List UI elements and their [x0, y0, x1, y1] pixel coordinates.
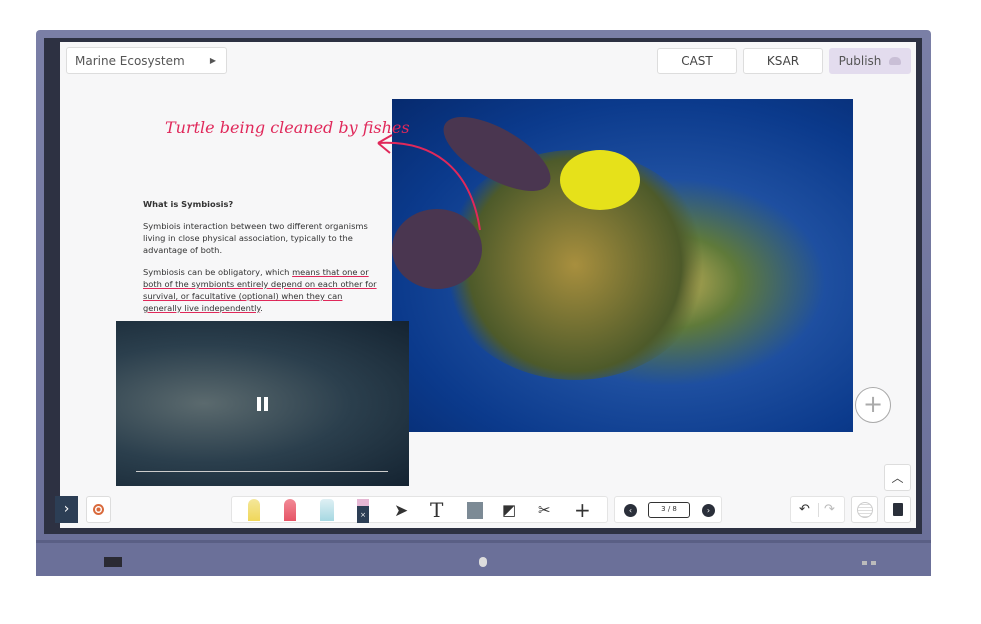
lesson-title: Marine Ecosystem	[75, 53, 185, 68]
caret-right-icon: ▶	[209, 56, 216, 65]
record-icon	[93, 504, 104, 515]
chevron-up-icon: ︿	[891, 471, 904, 485]
scroll-up-button[interactable]: ︿	[884, 464, 911, 491]
lesson-title-dropdown[interactable]: Marine Ecosystem ▶	[66, 47, 227, 74]
chevron-right-icon: ›	[63, 501, 70, 517]
shapes-tool[interactable]: ◩	[502, 501, 516, 519]
video-progress-bar[interactable]	[136, 471, 388, 472]
red-marker-tool[interactable]	[284, 499, 296, 521]
reef-video-player[interactable]	[116, 321, 409, 486]
cloud-icon	[889, 57, 902, 65]
divider	[818, 503, 819, 517]
plus-icon: +	[862, 390, 884, 418]
prev-page-button[interactable]: ‹	[624, 504, 637, 517]
undo-icon[interactable]: ↶	[799, 502, 810, 517]
sidebar-toggle[interactable]: ›	[55, 496, 78, 523]
yellow-tang	[560, 150, 640, 210]
sensor-icon	[104, 557, 122, 567]
redo-icon[interactable]: ↷	[824, 502, 835, 517]
grid-button[interactable]	[851, 496, 878, 523]
yellow-marker-tool[interactable]	[248, 499, 260, 521]
logo-icon	[479, 557, 487, 567]
text-tool[interactable]: T	[430, 498, 443, 522]
publish-button[interactable]: Publish	[829, 48, 911, 74]
image-tool[interactable]	[467, 502, 483, 519]
content-paragraph-2: Symbiosis can be obligatory, which means…	[143, 266, 378, 314]
paragraph-text: Symbiosis can be obligatory, which	[143, 267, 293, 277]
highlighter-tool[interactable]	[320, 499, 334, 521]
ksar-button[interactable]: KSAR	[743, 48, 823, 74]
symbiosis-text: What is Symbiosis? Symbiois interaction …	[143, 198, 378, 324]
page-navigator: ‹ 3 / 8 ›	[614, 496, 722, 523]
add-slide-button[interactable]: +	[855, 387, 891, 423]
content-paragraph-1: Symbiois interaction between two differe…	[143, 221, 368, 255]
add-tool[interactable]: +	[574, 498, 591, 522]
content-heading: What is Symbiosis?	[143, 199, 234, 209]
eraser-tool[interactable]: ×	[357, 499, 369, 523]
delete-button[interactable]	[884, 496, 911, 523]
page-indicator[interactable]: 3 / 8	[648, 502, 690, 518]
record-button[interactable]	[86, 496, 111, 523]
cast-button[interactable]: CAST	[657, 48, 737, 74]
next-page-button[interactable]: ›	[702, 504, 715, 517]
drawing-toolbar: × ➤ T ◩ ✂ +	[231, 496, 608, 523]
history-controls: ↶ ↷	[790, 496, 845, 523]
select-arrow-tool[interactable]: ➤	[394, 501, 408, 521]
paragraph-end: .	[260, 303, 263, 313]
publish-label: Publish	[838, 54, 882, 68]
trash-icon	[892, 503, 903, 516]
scissors-tool[interactable]: ✂	[538, 501, 551, 519]
pause-icon[interactable]	[257, 397, 268, 411]
grid-icon	[856, 501, 873, 518]
led-icon	[862, 561, 876, 565]
monitor-chin	[36, 540, 931, 576]
annotation-arrow	[377, 134, 481, 231]
